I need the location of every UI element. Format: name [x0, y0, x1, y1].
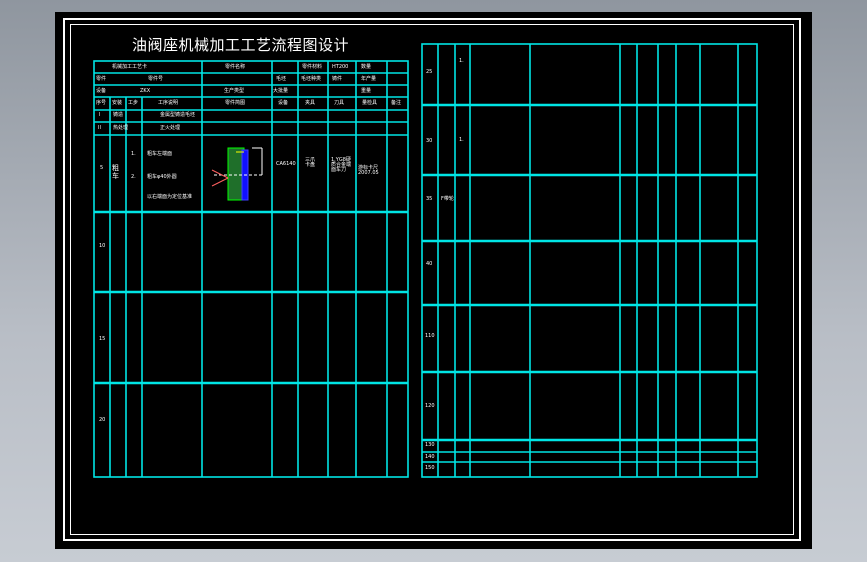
col-header-install: 安装	[112, 100, 123, 106]
col-header-sketch: 零件简图	[225, 100, 246, 106]
row-5-desc-3: 以右端面为定位基准	[147, 194, 193, 200]
col-header-step: 工步	[128, 100, 139, 106]
row-5-op: 粗车	[112, 164, 119, 180]
right-row-number-130: 130	[425, 442, 435, 448]
right-row-number-140: 140	[425, 454, 435, 460]
right-row-number-25: 25	[426, 69, 433, 75]
col-header-tool: 刀具	[334, 100, 345, 106]
row-1-no: I	[99, 112, 101, 118]
row-5-no: 5	[100, 165, 104, 171]
row-5-step-2: 2.	[131, 174, 136, 180]
col-header-no: 序号	[96, 100, 107, 106]
row-5-machine: CA6140	[276, 161, 296, 167]
right-row-number-30: 30	[426, 138, 433, 144]
header-weight: 重量	[361, 88, 372, 94]
right-row-number-110: 110	[425, 333, 435, 339]
row-5-step-1: 1.	[131, 151, 136, 157]
row-1-desc: 金属型铸造毛坯	[160, 112, 196, 118]
row-5-fixture: 三爪卡盘	[305, 157, 316, 168]
col-header-fixture: 夹具	[305, 100, 316, 106]
row-number-15: 15	[99, 336, 106, 342]
header-part-name: 零件名称	[225, 64, 246, 70]
table-grid-lines	[93, 43, 758, 478]
row-2-desc: 正火处理	[160, 125, 181, 131]
col-header-remark: 备注	[391, 100, 402, 106]
row-5-desc-1: 粗车左端面	[147, 151, 173, 157]
right-row-25-note: 1.	[459, 58, 464, 64]
header-equipment-value: ZKX	[140, 88, 151, 94]
row-2-install: 热处理	[113, 125, 129, 131]
header-blank-type: 毛坯种类	[301, 76, 322, 82]
row-5-gauge: 游标卡尺2007.05	[358, 165, 379, 176]
right-row-number-150: 150	[425, 465, 435, 471]
header-equipment: 设备	[96, 88, 107, 94]
right-row-number-120: 120	[425, 403, 435, 409]
header-part-no: 零件号	[148, 76, 164, 82]
header-annual-output: 年产量	[361, 76, 377, 82]
header-casting: 铸件	[332, 76, 343, 82]
row-5-tool: 1.YG8硬质合金端面车刀	[331, 157, 352, 173]
row-2-no: II	[98, 125, 101, 131]
header-material-value: HT200	[332, 64, 349, 70]
col-header-op-desc: 工序说明	[158, 100, 179, 106]
col-header-machine: 设备	[278, 100, 289, 106]
header-part-material: 零件材料	[302, 64, 323, 70]
row-number-20: 20	[99, 417, 106, 423]
row-5-desc-2: 粗车φ40外圆	[147, 174, 177, 180]
right-row-30-note: 1.	[459, 137, 464, 143]
right-row-number-35: 35	[426, 196, 433, 202]
right-row-number-40: 40	[426, 261, 433, 267]
part-sketch	[211, 147, 263, 201]
header-blank: 毛坯	[276, 76, 287, 82]
row-number-10: 10	[99, 243, 106, 249]
row-1-install: 铸造	[113, 112, 124, 118]
right-row-35-note: F带轮	[441, 196, 454, 202]
header-quantity: 数量	[361, 64, 372, 70]
header-part: 零件	[96, 76, 107, 82]
header-mass-production: 大批量	[273, 88, 289, 94]
header-production-type: 生产类型	[224, 88, 245, 94]
col-header-gauge: 量检具	[362, 100, 378, 106]
header-process-card: 机械加工工艺卡	[112, 64, 148, 70]
